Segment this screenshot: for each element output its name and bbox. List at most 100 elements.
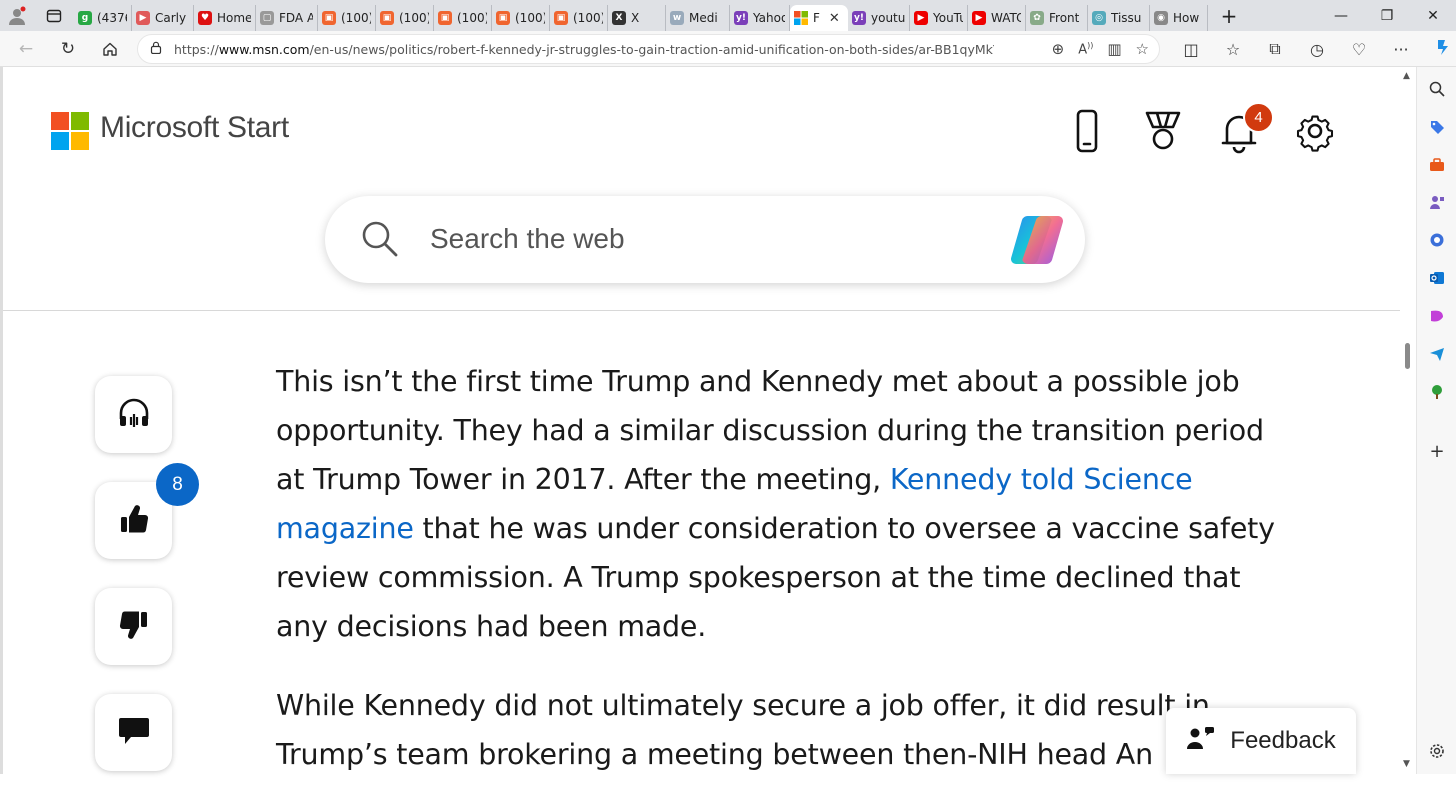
browser-tab[interactable]: ▣ (100) — [550, 5, 608, 31]
header-divider — [3, 310, 1403, 311]
sidebar-settings-icon[interactable] — [1427, 741, 1447, 761]
tab-title: Medi — [689, 11, 718, 25]
more-options-icon[interactable]: ··· — [1380, 40, 1422, 59]
tab-actions-icon[interactable] — [34, 0, 74, 31]
settings-gear-icon[interactable] — [1295, 107, 1335, 155]
browser-tab[interactable]: ▣ (100) — [492, 5, 550, 31]
tab-title: YouTu — [933, 11, 963, 25]
tab-favicon-icon: X — [612, 11, 626, 25]
browser-tab[interactable]: ◉ How — [1150, 5, 1208, 31]
lock-icon[interactable] — [138, 41, 174, 58]
browser-tab[interactable]: ♥ Home — [194, 5, 256, 31]
add-sidebar-item-icon[interactable]: + — [1427, 441, 1447, 462]
tab-favicon-icon: ▣ — [380, 11, 394, 25]
comment-icon — [117, 715, 151, 751]
tab-favicon-icon: ◉ — [1154, 11, 1168, 25]
scroll-up-arrow-icon[interactable]: ▲ — [1403, 71, 1410, 81]
tab-favicon-icon: w — [670, 11, 684, 25]
address-bar-actions: ⊕ A)) ▥ ☆ — [1052, 35, 1149, 63]
browser-essentials-icon[interactable]: ♡ — [1338, 40, 1380, 59]
edge-sidebar: + — [1416, 67, 1456, 774]
comments-button[interactable] — [95, 694, 172, 771]
tab-favicon-icon: ♥ — [198, 11, 212, 25]
tab-title: Tissu — [1111, 11, 1142, 25]
window-controls: — ❐ ✕ — [1318, 0, 1456, 31]
scroll-thumb[interactable] — [1405, 343, 1410, 369]
tools-briefcase-icon[interactable] — [1427, 155, 1447, 175]
immersive-reader-icon[interactable]: ▥ — [1107, 40, 1121, 58]
send-icon[interactable] — [1427, 344, 1447, 364]
browser-tab[interactable]: w Medi — [666, 5, 730, 31]
favorite-star-icon[interactable]: ☆ — [1136, 40, 1149, 58]
browser-tab[interactable]: ▣ (100) — [318, 5, 376, 31]
microsoft-logo[interactable] — [51, 112, 89, 150]
browser-tab[interactable]: ▶ Carly — [132, 5, 194, 31]
copilot-sidebar-icon[interactable] — [1422, 38, 1456, 60]
browser-tab[interactable]: F ✕ — [790, 5, 848, 31]
tree-icon[interactable] — [1427, 382, 1447, 402]
zoom-icon[interactable]: ⊕ — [1052, 40, 1065, 58]
favorites-icon[interactable]: ☆ — [1212, 40, 1254, 59]
feedback-icon — [1186, 724, 1216, 759]
tab-title: X — [631, 11, 640, 25]
read-aloud-icon[interactable]: A)) — [1078, 41, 1093, 57]
browser-tab[interactable]: ▶ YouTu — [910, 5, 968, 31]
profile-avatar-icon[interactable] — [0, 0, 34, 31]
page-scrollbar[interactable]: ▲ ▼ — [1400, 67, 1415, 774]
listen-button[interactable] — [95, 376, 172, 453]
tab-title: Front — [1049, 11, 1080, 25]
notification-count-badge: 4 — [1243, 102, 1274, 133]
games-icon[interactable] — [1427, 192, 1447, 212]
paragraph-text: that he was under consideration to overs… — [276, 512, 1275, 643]
outlook-icon[interactable] — [1427, 268, 1447, 288]
minimize-button[interactable]: — — [1318, 8, 1364, 24]
feedback-button[interactable]: Feedback — [1166, 708, 1356, 774]
brand-name[interactable]: Microsoft Start — [100, 111, 289, 145]
close-window-button[interactable]: ✕ — [1410, 8, 1456, 24]
sidebar-search-icon[interactable] — [1427, 79, 1447, 99]
browser-tab[interactable]: y! youtu — [848, 5, 910, 31]
tab-title: Yahoo — [753, 11, 785, 25]
browser-tab[interactable]: g (4376 — [74, 5, 132, 31]
browser-tab[interactable]: ◎ Tissu — [1088, 5, 1150, 31]
tab-title: WATC — [991, 11, 1021, 25]
back-button[interactable]: ← — [10, 33, 42, 65]
close-tab-icon[interactable]: ✕ — [829, 11, 840, 26]
browser-tab[interactable]: ▶ WATC — [968, 5, 1026, 31]
mobile-app-icon[interactable] — [1067, 107, 1107, 155]
restore-button[interactable]: ❐ — [1364, 8, 1410, 24]
browser-tab[interactable]: y! Yahoo — [730, 5, 790, 31]
microsoft-365-icon[interactable] — [1427, 230, 1447, 250]
thumbs-down-icon — [118, 608, 150, 646]
navigation-bar: ← ↻ https://www.msn.com/en-us/news/polit… — [0, 31, 1456, 67]
scroll-down-arrow-icon[interactable]: ▼ — [1403, 759, 1410, 769]
browser-tab[interactable]: ▢ FDA A — [256, 5, 318, 31]
dislike-button[interactable] — [95, 588, 172, 665]
article-body: This isn’t the first time Trump and Kenn… — [276, 357, 1286, 809]
url-prefix: https:// — [174, 41, 219, 57]
address-bar[interactable]: https://www.msn.com/en-us/news/politics/… — [137, 34, 1160, 64]
browser-tab[interactable]: ✿ Front — [1026, 5, 1088, 31]
split-screen-icon[interactable]: ◫ — [1170, 40, 1212, 59]
refresh-button[interactable]: ↻ — [52, 33, 84, 65]
copilot-icon[interactable] — [1008, 213, 1066, 271]
home-button[interactable] — [94, 33, 126, 65]
logo-square-red — [51, 112, 69, 130]
collections-icon[interactable]: ⧉ — [1254, 39, 1296, 59]
rewards-medal-icon[interactable] — [1143, 107, 1183, 155]
url-text[interactable]: https://www.msn.com/en-us/news/politics/… — [174, 42, 994, 57]
tab-title: Home — [217, 11, 251, 25]
search-icon[interactable] — [361, 220, 399, 262]
designer-icon[interactable] — [1427, 306, 1447, 326]
url-path: /en-us/news/politics/robert-f-kennedy-jr… — [309, 41, 994, 57]
new-tab-button[interactable]: + — [1214, 4, 1244, 28]
browser-tab[interactable]: ▣ (100) — [434, 5, 492, 31]
search-input[interactable] — [430, 216, 990, 262]
browser-tab[interactable]: XX — [608, 5, 666, 31]
tab-favicon-icon: ✿ — [1030, 11, 1044, 25]
browser-tab[interactable]: ▣ (100) — [376, 5, 434, 31]
shopping-tag-icon[interactable] — [1427, 117, 1447, 137]
history-icon[interactable]: ◷ — [1296, 40, 1338, 59]
tab-list: g (4376 ▶ Carly ♥ Home ▢ FDA A ▣ (100) ▣ (100) ▣ (100… — [74, 0, 1208, 31]
tab-favicon-icon: ▶ — [914, 11, 928, 25]
